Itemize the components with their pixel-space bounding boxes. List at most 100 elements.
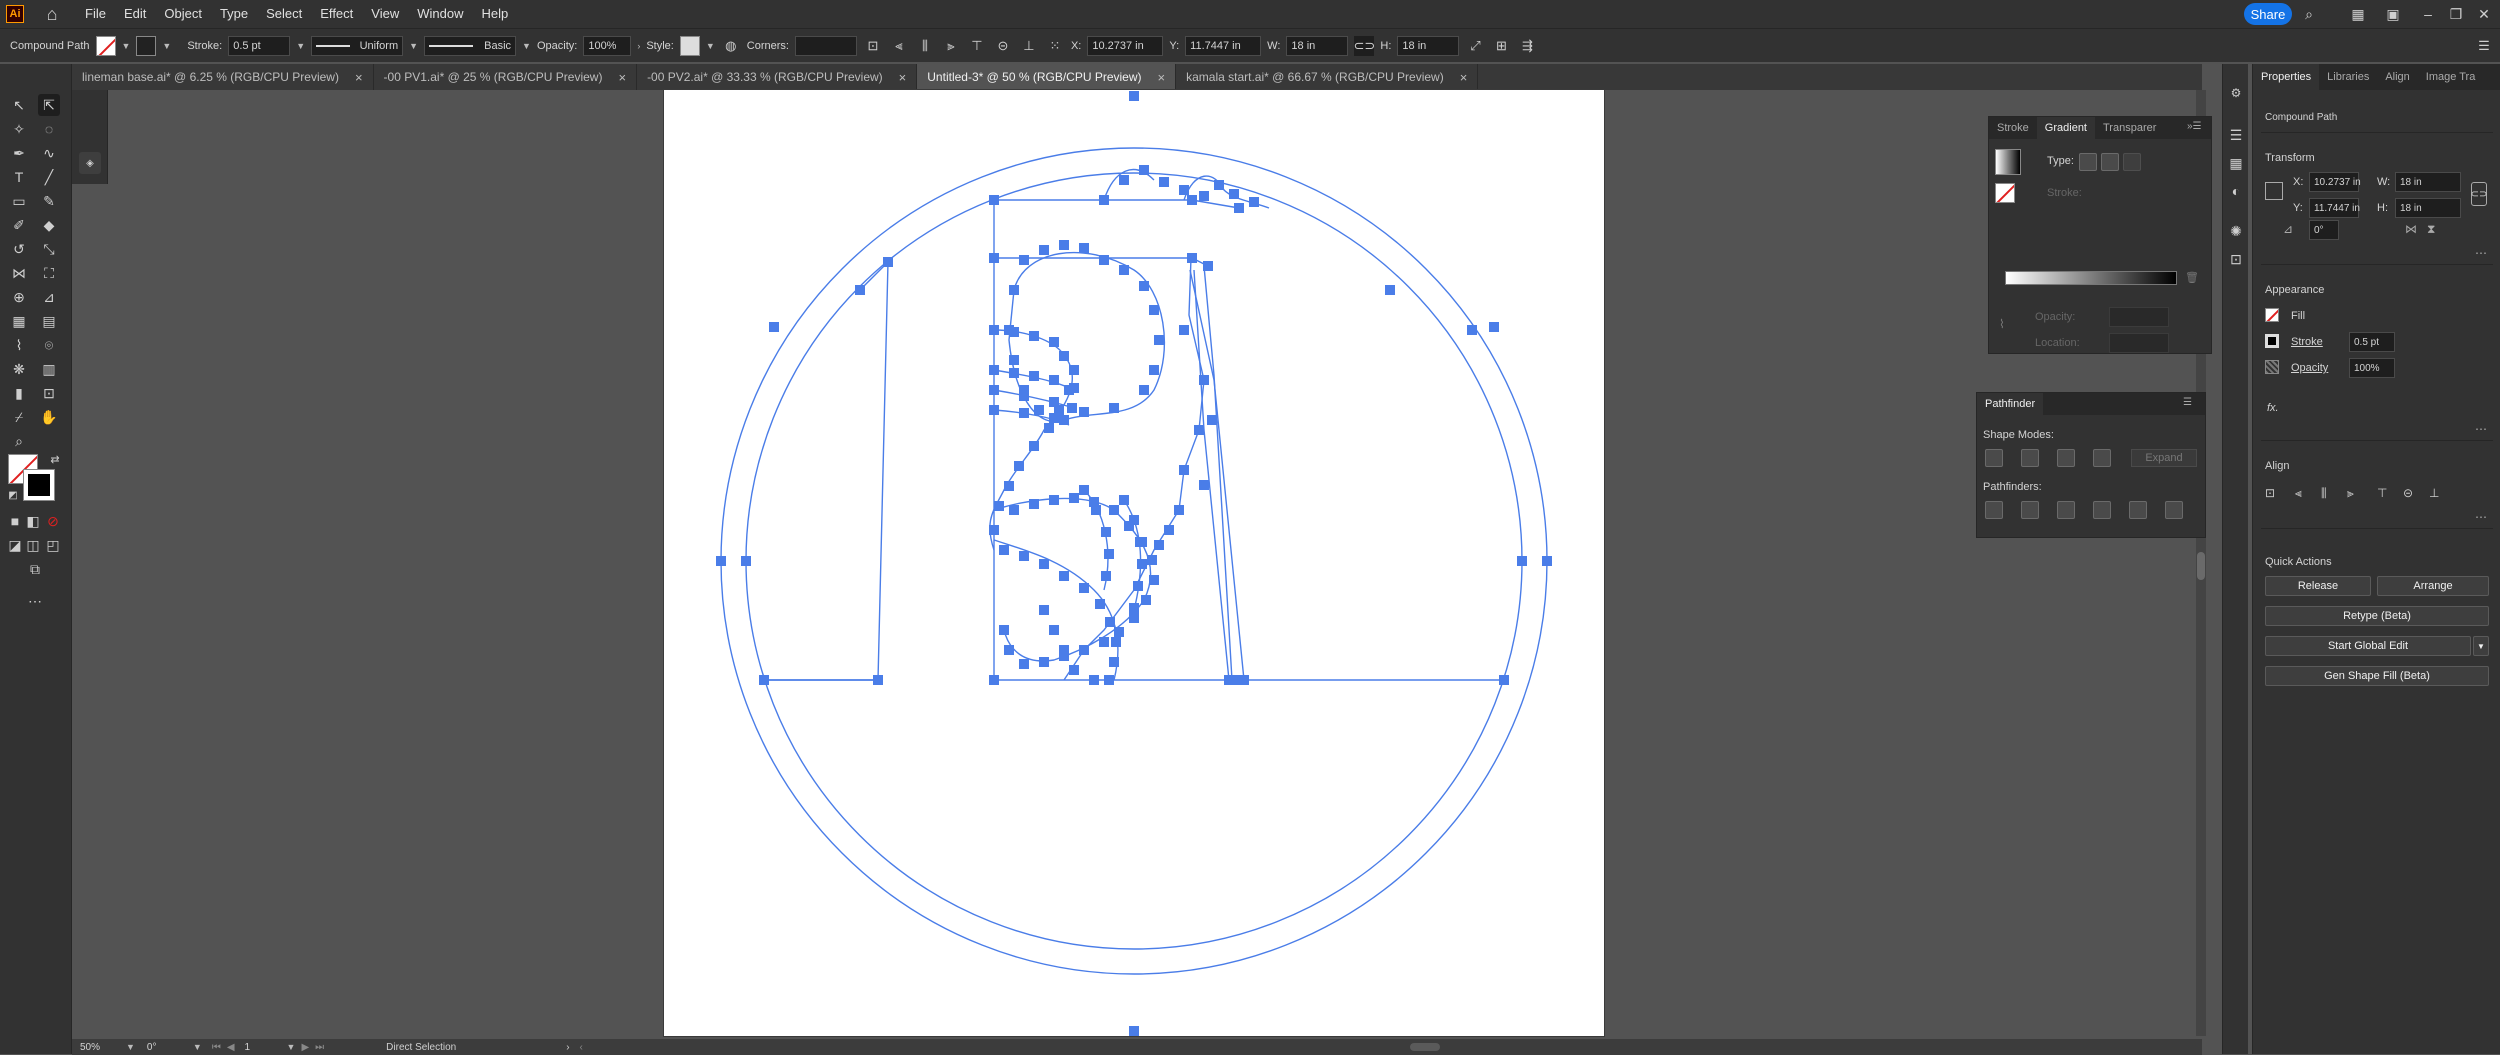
close-tab-icon[interactable]: × bbox=[899, 70, 907, 85]
unite-icon[interactable] bbox=[1985, 449, 2003, 467]
bar-graph-icon[interactable]: ▮ bbox=[8, 382, 30, 404]
align-bottom-icon[interactable]: ⊥ bbox=[2429, 486, 2439, 500]
anchor-point[interactable] bbox=[1229, 189, 1239, 199]
menu-file[interactable]: File bbox=[76, 0, 115, 28]
anchor-point[interactable] bbox=[1542, 556, 1552, 566]
graphic-style-swatch[interactable] bbox=[679, 35, 700, 56]
align-right-icon[interactable]: ⫸ bbox=[2347, 486, 2354, 501]
anchor-point[interactable] bbox=[1154, 540, 1164, 550]
flip-vertical-icon[interactable]: ⧗ bbox=[2427, 222, 2435, 237]
anchor-point[interactable] bbox=[1199, 191, 1209, 201]
panel-menu-icon[interactable]: »☰ bbox=[2187, 121, 2202, 132]
anchor-point[interactable] bbox=[1187, 253, 1197, 263]
anchor-point[interactable] bbox=[1049, 375, 1059, 385]
anchor-point[interactable] bbox=[1129, 613, 1139, 623]
more-options-icon[interactable]: ⋯ bbox=[2475, 422, 2487, 436]
brushes-icon[interactable]: ✺ bbox=[2225, 220, 2247, 242]
vertical-scroll-thumb[interactable] bbox=[2197, 552, 2205, 580]
envelope-icon[interactable]: ⇶ bbox=[1517, 36, 1537, 56]
curvature-tool-icon[interactable]: ∿ bbox=[38, 142, 60, 164]
lasso-icon[interactable]: ◌ bbox=[38, 118, 60, 140]
variable-width-profile[interactable]: Uniform bbox=[311, 35, 404, 56]
panel-menu-icon[interactable]: ☰ bbox=[2474, 36, 2494, 56]
anchor-point[interactable] bbox=[1199, 375, 1209, 385]
anchor-point[interactable] bbox=[1101, 571, 1111, 581]
anchor-point[interactable] bbox=[1067, 403, 1077, 413]
anchor-point[interactable] bbox=[1249, 197, 1259, 207]
y-field[interactable]: 11.7447 in bbox=[1185, 35, 1262, 56]
x-field[interactable]: 10.2737 in bbox=[1087, 35, 1164, 56]
chevron-down-icon[interactable]: ▼ bbox=[409, 41, 418, 51]
anchor-point[interactable] bbox=[1009, 505, 1019, 515]
anchor-point[interactable] bbox=[1069, 493, 1079, 503]
default-colors-icon[interactable]: ◩ bbox=[2, 484, 24, 506]
gradient-preview-swatch[interactable] bbox=[1995, 149, 2021, 175]
align-bottom-icon[interactable]: ⊥ bbox=[1019, 36, 1039, 56]
anchor-point[interactable] bbox=[1049, 495, 1059, 505]
anchor-point[interactable] bbox=[716, 556, 726, 566]
anchor-point[interactable] bbox=[1467, 325, 1477, 335]
anchor-point[interactable] bbox=[1009, 355, 1019, 365]
anchor-point[interactable] bbox=[1091, 505, 1101, 515]
blend-tool-icon[interactable]: ⌾ bbox=[38, 334, 60, 356]
workspace-switcher-icon[interactable]: ▣ bbox=[2385, 6, 2401, 22]
close-window-icon[interactable]: ✕ bbox=[2476, 6, 2492, 22]
trim-icon[interactable] bbox=[2021, 501, 2039, 519]
layers-icon[interactable]: ◈ bbox=[79, 152, 101, 174]
anchor-point[interactable] bbox=[1174, 505, 1184, 515]
divide-icon[interactable] bbox=[1985, 501, 2003, 519]
outline-icon[interactable] bbox=[2129, 501, 2147, 519]
delete-stop-icon[interactable]: 🗑 bbox=[2185, 271, 2199, 284]
anchor-point[interactable] bbox=[1104, 549, 1114, 559]
anchor-point[interactable] bbox=[1009, 327, 1019, 337]
exclude-icon[interactable] bbox=[2093, 449, 2111, 467]
artboard-tool-icon[interactable]: ⊡ bbox=[38, 382, 60, 404]
anchor-point[interactable] bbox=[1129, 1026, 1139, 1036]
constrain-proportions-icon[interactable]: ⊂⊃ bbox=[1354, 35, 1375, 56]
anchor-point[interactable] bbox=[1069, 383, 1079, 393]
anchor-point[interactable] bbox=[1149, 305, 1159, 315]
align-left-icon[interactable]: ⫷ bbox=[2295, 486, 2302, 501]
artboard[interactable] bbox=[664, 90, 1604, 1036]
menu-icon[interactable]: ☰ bbox=[2225, 124, 2247, 146]
gradient-fill-swatch[interactable] bbox=[1995, 183, 2015, 203]
anchor-point[interactable] bbox=[1234, 203, 1244, 213]
none-mode-icon[interactable]: ⊘ bbox=[42, 510, 64, 532]
stroke-label[interactable]: Stroke bbox=[2291, 336, 2323, 348]
anchor-point[interactable] bbox=[1044, 423, 1054, 433]
flip-horizontal-icon[interactable]: ⋈ bbox=[2405, 222, 2417, 236]
anchor-point[interactable] bbox=[1499, 675, 1509, 685]
anchor-point[interactable] bbox=[1019, 551, 1029, 561]
anchor-point[interactable] bbox=[999, 625, 1009, 635]
chevron-down-icon[interactable]: ▼ bbox=[296, 41, 305, 51]
arrange-button[interactable]: Arrange bbox=[2377, 576, 2489, 596]
gradient-tool-icon[interactable]: ▤ bbox=[38, 310, 60, 332]
gen-shape-fill-button[interactable]: Gen Shape Fill (Beta) bbox=[2265, 666, 2489, 686]
properties-panel-tab[interactable]: Align bbox=[2377, 64, 2417, 90]
radial-gradient-icon[interactable] bbox=[2101, 153, 2119, 171]
anchor-point[interactable] bbox=[989, 365, 999, 375]
horizontal-scroll-thumb[interactable] bbox=[1410, 1043, 1440, 1051]
anchor-point[interactable] bbox=[1049, 413, 1059, 423]
anchor-point[interactable] bbox=[1099, 195, 1109, 205]
swap-colors-icon[interactable]: ⇄ bbox=[44, 448, 66, 470]
align-top-icon[interactable]: ⊤ bbox=[2377, 486, 2387, 500]
gradient-location-field[interactable] bbox=[2109, 333, 2169, 353]
eraser-icon[interactable]: ◆ bbox=[38, 214, 60, 236]
anchor-point[interactable] bbox=[1203, 261, 1213, 271]
anchor-point[interactable] bbox=[1239, 675, 1249, 685]
chevron-right-icon[interactable]: › bbox=[637, 41, 640, 51]
merge-icon[interactable] bbox=[2057, 501, 2075, 519]
previous-artboard-icon[interactable]: ◀ bbox=[227, 1042, 235, 1053]
anchor-point[interactable] bbox=[1139, 385, 1149, 395]
freeform-gradient-icon[interactable] bbox=[2123, 153, 2141, 171]
properties-panel-tab[interactable]: Image Tra bbox=[2418, 64, 2484, 90]
artboards-icon[interactable]: ⊡ bbox=[2225, 248, 2247, 270]
anchor-point[interactable] bbox=[1049, 337, 1059, 347]
reference-point-icon[interactable] bbox=[2265, 182, 2283, 200]
anchor-point[interactable] bbox=[1029, 371, 1039, 381]
crop-icon[interactable] bbox=[2093, 501, 2111, 519]
anchor-point[interactable] bbox=[1179, 325, 1189, 335]
y-field[interactable]: 11.7447 in bbox=[2309, 198, 2360, 218]
stroke-weight-field[interactable]: 0.5 pt bbox=[2349, 332, 2395, 352]
